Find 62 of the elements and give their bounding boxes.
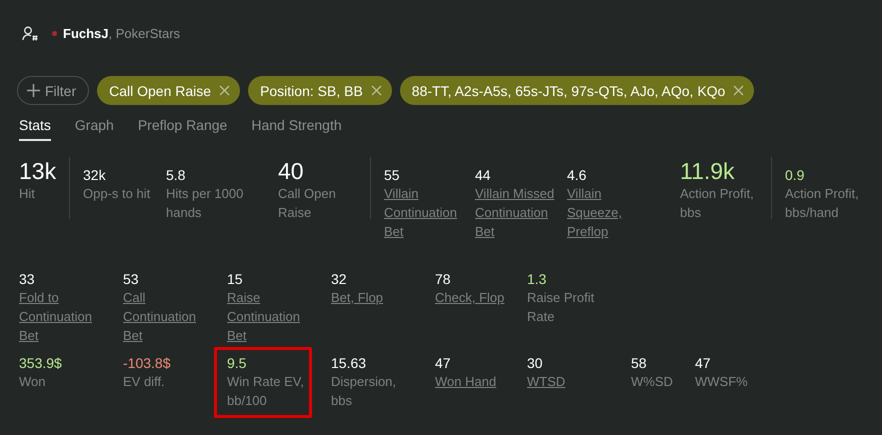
stat-link[interactable]: Villain Squeeze, Preflop bbox=[567, 184, 653, 241]
stat-label: Action Profit, bbs/hand bbox=[785, 185, 860, 222]
stat-value: 15 bbox=[227, 270, 244, 288]
user-icon[interactable] bbox=[22, 26, 38, 40]
stat-value: 0.9 bbox=[785, 166, 806, 184]
stat-label: WWSF% bbox=[695, 373, 749, 391]
stat-value: 13k bbox=[19, 158, 58, 184]
stat-value: 32k bbox=[83, 166, 107, 184]
stat-value: 353.9$ bbox=[19, 354, 63, 372]
stat-value: 4.6 bbox=[567, 166, 588, 184]
stat-link[interactable]: Villain Continuation Bet bbox=[384, 184, 470, 241]
status-dot bbox=[52, 30, 57, 36]
stat-label: Raise Profit Rate bbox=[527, 289, 596, 326]
stat-value: 32 bbox=[331, 270, 348, 288]
stat-link[interactable]: Raise Continuation Bet bbox=[227, 288, 313, 345]
stat-value: 5.8 bbox=[166, 166, 186, 184]
stat-link[interactable]: Won Hand bbox=[435, 372, 521, 391]
stat-link[interactable]: Villain Missed Continuation Bet bbox=[475, 184, 561, 241]
stat-value: 9.5 bbox=[227, 354, 248, 372]
stat-value: 55 bbox=[384, 166, 401, 184]
stat-label: EV diff. bbox=[123, 373, 166, 391]
stat-value: 58 bbox=[631, 354, 648, 372]
stat-label: Hit bbox=[19, 185, 36, 203]
stat-label: W%SD bbox=[631, 373, 674, 391]
filter-chip[interactable]: Call Open Raise bbox=[97, 76, 240, 105]
stat-value: 11.9k bbox=[680, 158, 736, 184]
stat-value: 47 bbox=[435, 354, 452, 372]
stat-label: Dispersion, bbs bbox=[331, 373, 398, 410]
close-icon[interactable] bbox=[370, 85, 382, 96]
stat-value: 33 bbox=[19, 270, 36, 288]
stat-value: 30 bbox=[527, 354, 544, 372]
tab[interactable]: Graph bbox=[74, 117, 114, 141]
tab[interactable]: Preflop Range bbox=[138, 117, 228, 141]
stat-link[interactable]: WTSD bbox=[527, 372, 613, 391]
close-icon[interactable] bbox=[219, 85, 230, 96]
stat-label: Call Open Raise bbox=[278, 185, 337, 222]
stat-link[interactable]: Check, Flop bbox=[435, 288, 521, 307]
player-name: FuchsJ bbox=[63, 26, 109, 40]
tab[interactable]: Stats bbox=[19, 117, 51, 141]
tab[interactable]: Hand Strength bbox=[251, 117, 342, 141]
stat-value: 15.63 bbox=[331, 354, 368, 372]
stat-value: 78 bbox=[435, 270, 452, 288]
add-filter-button[interactable]: Filter bbox=[17, 76, 90, 105]
stat-value: 47 bbox=[695, 354, 712, 372]
stat-link[interactable]: Bet, Flop bbox=[331, 288, 417, 307]
plus-icon bbox=[27, 84, 40, 97]
site-name: , PokerStars bbox=[108, 26, 180, 40]
stat-label: Won bbox=[19, 373, 46, 391]
filter-chip[interactable]: 88-TT, A2s-A5s, 65s-JTs, 97s-QTs, AJo, AQo, KQo bbox=[400, 76, 754, 105]
stat-value: -103.8$ bbox=[123, 354, 172, 372]
stat-link[interactable]: Fold to Continuation Bet bbox=[19, 288, 105, 345]
stat-link[interactable]: Call Continuation Bet bbox=[123, 288, 209, 345]
stat-label: Opp-s to hit bbox=[83, 185, 152, 203]
stat-label: Hits per 1000 hands bbox=[166, 185, 244, 222]
stat-label: Action Profit, bbs bbox=[680, 185, 755, 222]
stat-label: Win Rate EV, bb/100 bbox=[227, 373, 305, 410]
stat-value: 44 bbox=[475, 166, 492, 184]
filter-chip[interactable]: Position: SB, BB bbox=[248, 76, 392, 105]
stat-value: 53 bbox=[123, 270, 140, 288]
stat-value: 40 bbox=[278, 158, 305, 184]
stat-value: 1.3 bbox=[527, 270, 548, 288]
close-icon[interactable] bbox=[733, 85, 744, 96]
